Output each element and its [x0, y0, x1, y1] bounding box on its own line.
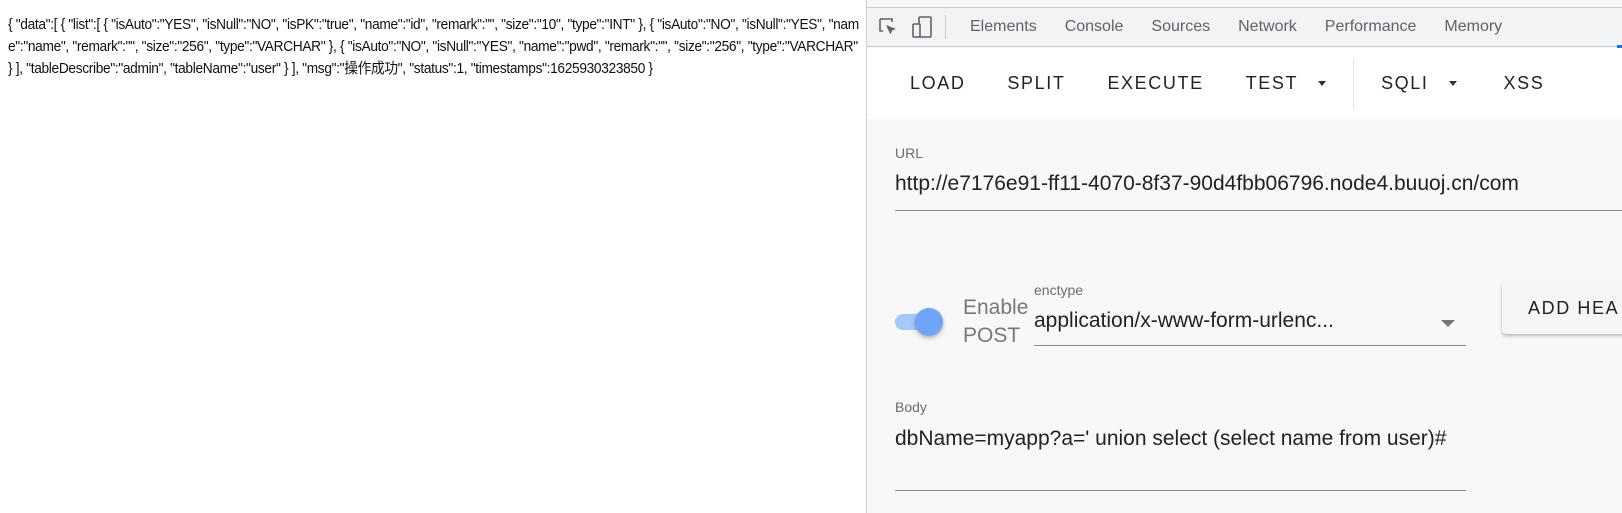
- toggle-knob[interactable]: [915, 308, 943, 336]
- devtools-tab-bar: Elements Console Sources Network Perform…: [867, 7, 1622, 48]
- url-underline: [895, 210, 1622, 211]
- url-label: URL: [895, 145, 924, 161]
- inspect-element-icon[interactable]: [871, 8, 905, 46]
- test-menu-button[interactable]: TEST: [1225, 73, 1347, 94]
- enable-post-label-line2: POST: [963, 324, 1021, 347]
- xss-label: XSS: [1503, 73, 1545, 93]
- load-label: LOAD: [910, 73, 966, 93]
- page-content: { "data":[ { "list":[ { "isAuto":"YES", …: [0, 0, 866, 513]
- load-button[interactable]: LOAD: [889, 73, 986, 94]
- json-response-text: { "data":[ { "list":[ { "isAuto":"YES", …: [8, 17, 859, 77]
- device-toolbar-icon[interactable]: [905, 8, 939, 46]
- hackbar-toolbar: LOAD SPLIT EXECUTE TEST SQLI XSS: [867, 48, 1622, 119]
- divider: [1353, 59, 1355, 108]
- enctype-underline: [1034, 345, 1466, 346]
- url-input[interactable]: http://e7176e91-ff11-4070-8f37-90d4fbb06…: [895, 172, 1519, 196]
- split-label: SPLIT: [1007, 73, 1066, 93]
- body-underline: [895, 490, 1466, 491]
- tab-console[interactable]: Console: [1051, 18, 1138, 36]
- divider: [945, 15, 946, 39]
- execute-label: EXECUTE: [1107, 73, 1204, 93]
- body-input[interactable]: dbName=myapp?a=' union select (select na…: [895, 425, 1455, 453]
- devtools-panel: Elements Console Sources Network Perform…: [866, 0, 1622, 513]
- add-header-button[interactable]: ADD HEA: [1502, 281, 1622, 334]
- sqli-menu-button[interactable]: SQLI: [1360, 73, 1477, 94]
- enctype-label: enctype: [1034, 282, 1084, 298]
- body-label: Body: [895, 399, 927, 415]
- enable-post-label-line1: Enable: [963, 296, 1029, 319]
- enctype-select[interactable]: application/x-www-form-urlenc...: [1034, 309, 1334, 333]
- test-label: TEST: [1245, 73, 1299, 93]
- caret-down-icon: [1318, 81, 1327, 86]
- execute-button[interactable]: EXECUTE: [1086, 73, 1224, 94]
- xss-menu-button[interactable]: XSS: [1478, 73, 1566, 94]
- tab-performance[interactable]: Performance: [1311, 18, 1431, 36]
- sqli-label: SQLI: [1381, 73, 1429, 93]
- tab-memory[interactable]: Memory: [1430, 18, 1516, 36]
- enable-post-label: Enable POST: [963, 294, 1028, 350]
- split-button[interactable]: SPLIT: [986, 73, 1086, 94]
- tab-elements[interactable]: Elements: [956, 18, 1051, 36]
- tab-network[interactable]: Network: [1224, 18, 1311, 36]
- caret-down-icon: [1448, 81, 1457, 86]
- tab-sources[interactable]: Sources: [1137, 18, 1224, 36]
- dropdown-arrow-icon[interactable]: [1441, 320, 1455, 327]
